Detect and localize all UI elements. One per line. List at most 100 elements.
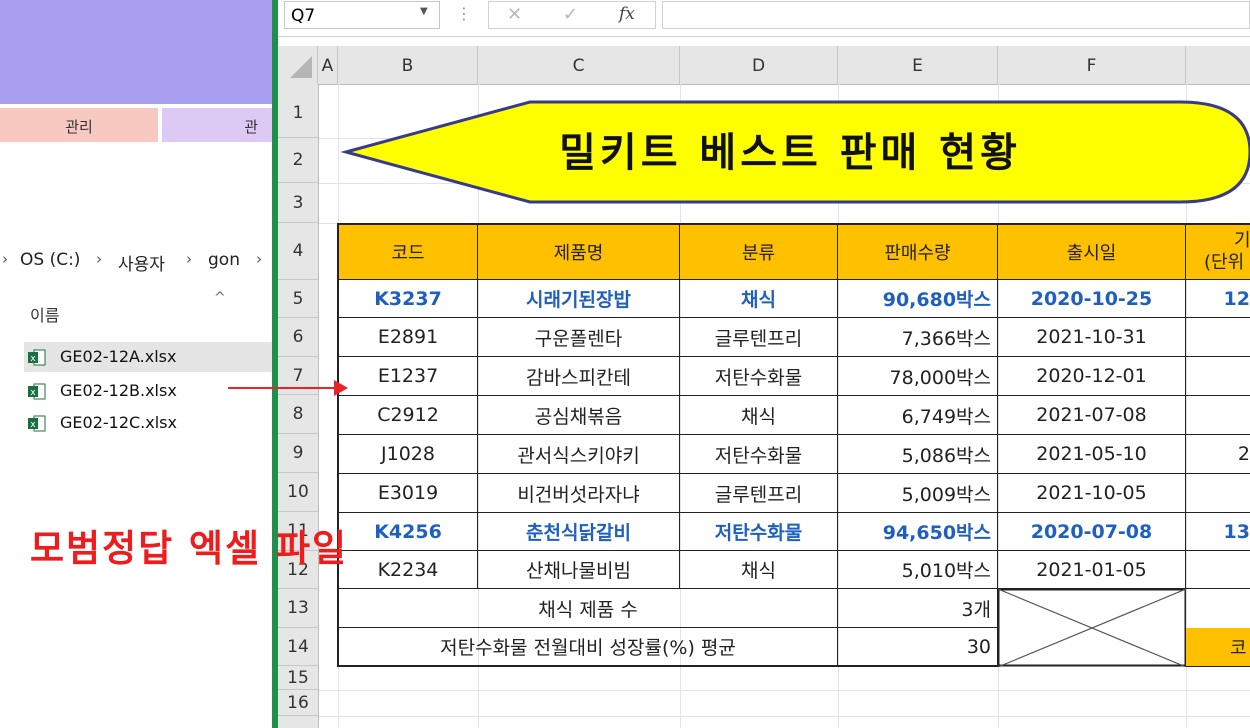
cell-code[interactable]: C2912 [337, 396, 478, 435]
row-header[interactable]: 4 [278, 223, 318, 280]
summary-value[interactable]: 3개 [838, 589, 998, 628]
row-header[interactable]: 5 [278, 280, 318, 318]
enter-check-icon[interactable]: ✓ [563, 4, 578, 25]
ribbon-tab-manage-2[interactable]: 관 [162, 108, 272, 142]
column-header-name[interactable]: 이름 [30, 302, 59, 326]
cell-category[interactable]: 저탄수화물 [680, 513, 838, 551]
cell-sales-qty[interactable]: 5,010박스 [838, 551, 998, 589]
row-header[interactable]: 15 [278, 666, 318, 690]
cancel-icon[interactable]: ✕ [507, 4, 522, 25]
file-item[interactable]: x GE02-12C.xlsx [24, 408, 272, 438]
row-header[interactable]: 2 [278, 138, 318, 183]
row-header[interactable]: 8 [278, 395, 318, 434]
column-header-e[interactable]: E [838, 46, 998, 84]
row-header[interactable]: 7 [278, 357, 318, 395]
cell-release-date[interactable]: 2021-01-05 [998, 551, 1186, 589]
cell-release-date[interactable]: 2021-10-31 [998, 318, 1186, 357]
header-release-date[interactable]: 출시일 [998, 223, 1186, 280]
cell-partial[interactable]: 13 [1186, 513, 1250, 551]
cell-product-name[interactable]: 감바스피칸테 [478, 357, 680, 396]
cell-partial[interactable] [1186, 318, 1250, 357]
cell-partial[interactable] [1186, 357, 1250, 396]
overlay-annotation: 모범정답 엑셀 파일 [30, 527, 349, 570]
cell-sales-qty[interactable]: 78,000박스 [838, 357, 998, 396]
cell-code[interactable]: E2891 [337, 318, 478, 357]
summary-value[interactable]: 30 [838, 628, 998, 667]
column-header-a[interactable]: A [318, 46, 338, 84]
cell-product-name[interactable]: 구운폴렌타 [478, 318, 680, 357]
breadcrumb-gon[interactable]: gon [208, 250, 240, 270]
header-code[interactable]: 코드 [337, 223, 478, 280]
summary-label[interactable]: 저탄수화물 전월대비 성장률(%) 평균 [337, 628, 838, 667]
cell-sales-qty[interactable]: 90,680박스 [838, 280, 998, 318]
cell-partial[interactable]: 12 [1186, 280, 1250, 318]
cell-code[interactable]: E3019 [337, 474, 478, 513]
cell-category[interactable]: 글루텐프리 [680, 318, 838, 357]
partial-cell[interactable]: 코 [1186, 628, 1250, 667]
file-item[interactable]: x GE02-12B.xlsx [24, 376, 272, 406]
column-header-c[interactable]: C [478, 46, 680, 84]
cell-release-date[interactable]: 2021-05-10 [998, 435, 1186, 474]
cell-product-name[interactable]: 비건버섯라자냐 [478, 474, 680, 513]
breadcrumb-users[interactable]: 사용자 [118, 250, 165, 275]
row-header[interactable]: 13 [278, 589, 318, 628]
row-header[interactable]: 6 [278, 318, 318, 357]
cell-product-name[interactable]: 공심채볶음 [478, 396, 680, 435]
cell-code[interactable]: K2234 [337, 551, 478, 589]
cell-category[interactable]: 글루텐프리 [680, 474, 838, 513]
cell-release-date[interactable]: 2020-07-08 [998, 513, 1186, 551]
row-header[interactable]: 14 [278, 628, 318, 666]
header-sales-qty[interactable]: 판매수량 [838, 223, 998, 280]
cell-category[interactable]: 저탄수화물 [680, 357, 838, 396]
cell-partial[interactable] [1186, 551, 1250, 589]
cell-sales-qty[interactable]: 5,009박스 [838, 474, 998, 513]
cell-category[interactable]: 채식 [680, 551, 838, 589]
dropdown-caret-icon[interactable]: ▼ [420, 6, 428, 17]
cell-product-name[interactable]: 춘천식닭갈비 [478, 513, 680, 551]
cell-release-date[interactable]: 2020-12-01 [998, 357, 1186, 396]
cell-category[interactable]: 저탄수화물 [680, 435, 838, 474]
formula-input[interactable] [662, 1, 1250, 29]
row-header[interactable]: 1 [278, 84, 318, 138]
column-header-d[interactable]: D [680, 46, 838, 84]
cell-code[interactable]: J1028 [337, 435, 478, 474]
cell-product-name[interactable]: 시래기된장밥 [478, 280, 680, 318]
header-product-name[interactable]: 제품명 [478, 223, 680, 280]
ribbon-tab-manage[interactable]: 관리 [0, 108, 158, 142]
cell-sales-qty[interactable]: 6,749박스 [838, 396, 998, 435]
row-header[interactable]: 9 [278, 434, 318, 473]
cell-sales-qty[interactable]: 7,366박스 [838, 318, 998, 357]
breadcrumb-os-drive[interactable]: OS (C:) [20, 250, 80, 270]
cell-code[interactable]: E1237 [337, 357, 478, 396]
insert-function-icon[interactable]: fx [619, 4, 635, 24]
cell-partial[interactable]: 2 [1186, 435, 1250, 474]
column-header-g[interactable] [1186, 46, 1250, 84]
cell-category[interactable]: 채식 [680, 396, 838, 435]
cell-sales-qty[interactable]: 5,086박스 [838, 435, 998, 474]
header-partial[interactable]: 기 (단위 [1186, 223, 1250, 280]
cell-category[interactable]: 채식 [680, 280, 838, 318]
file-item[interactable]: x GE02-12A.xlsx [24, 342, 272, 372]
merged-cell-diagonal[interactable] [998, 589, 1186, 667]
row-header[interactable]: 16 [278, 690, 318, 716]
excel-file-icon: x [28, 415, 46, 432]
header-category[interactable]: 분류 [680, 223, 838, 280]
cell-code[interactable]: K4256 [337, 513, 478, 551]
cell-code[interactable]: K3237 [337, 280, 478, 318]
address-bar[interactable]: › OS (C:) › 사용자 › gon › [0, 240, 272, 280]
column-header-b[interactable]: B [338, 46, 478, 84]
cell-release-date[interactable]: 2021-10-05 [998, 474, 1186, 513]
breadcrumb-chevron-icon: › [96, 250, 102, 268]
cell-release-date[interactable]: 2021-07-08 [998, 396, 1186, 435]
cell-sales-qty[interactable]: 94,650박스 [838, 513, 998, 551]
cell-partial[interactable] [1186, 396, 1250, 435]
row-header[interactable]: 3 [278, 183, 318, 223]
cell-partial[interactable] [1186, 474, 1250, 513]
column-header-f[interactable]: F [998, 46, 1186, 84]
cell-product-name[interactable]: 산채나물비빔 [478, 551, 680, 589]
cell-release-date[interactable]: 2020-10-25 [998, 280, 1186, 318]
summary-label[interactable]: 채식 제품 수 [337, 589, 838, 628]
cell-product-name[interactable]: 관서식스키야키 [478, 435, 680, 474]
row-header[interactable]: 10 [278, 473, 318, 512]
name-box[interactable]: Q7 [284, 1, 440, 29]
